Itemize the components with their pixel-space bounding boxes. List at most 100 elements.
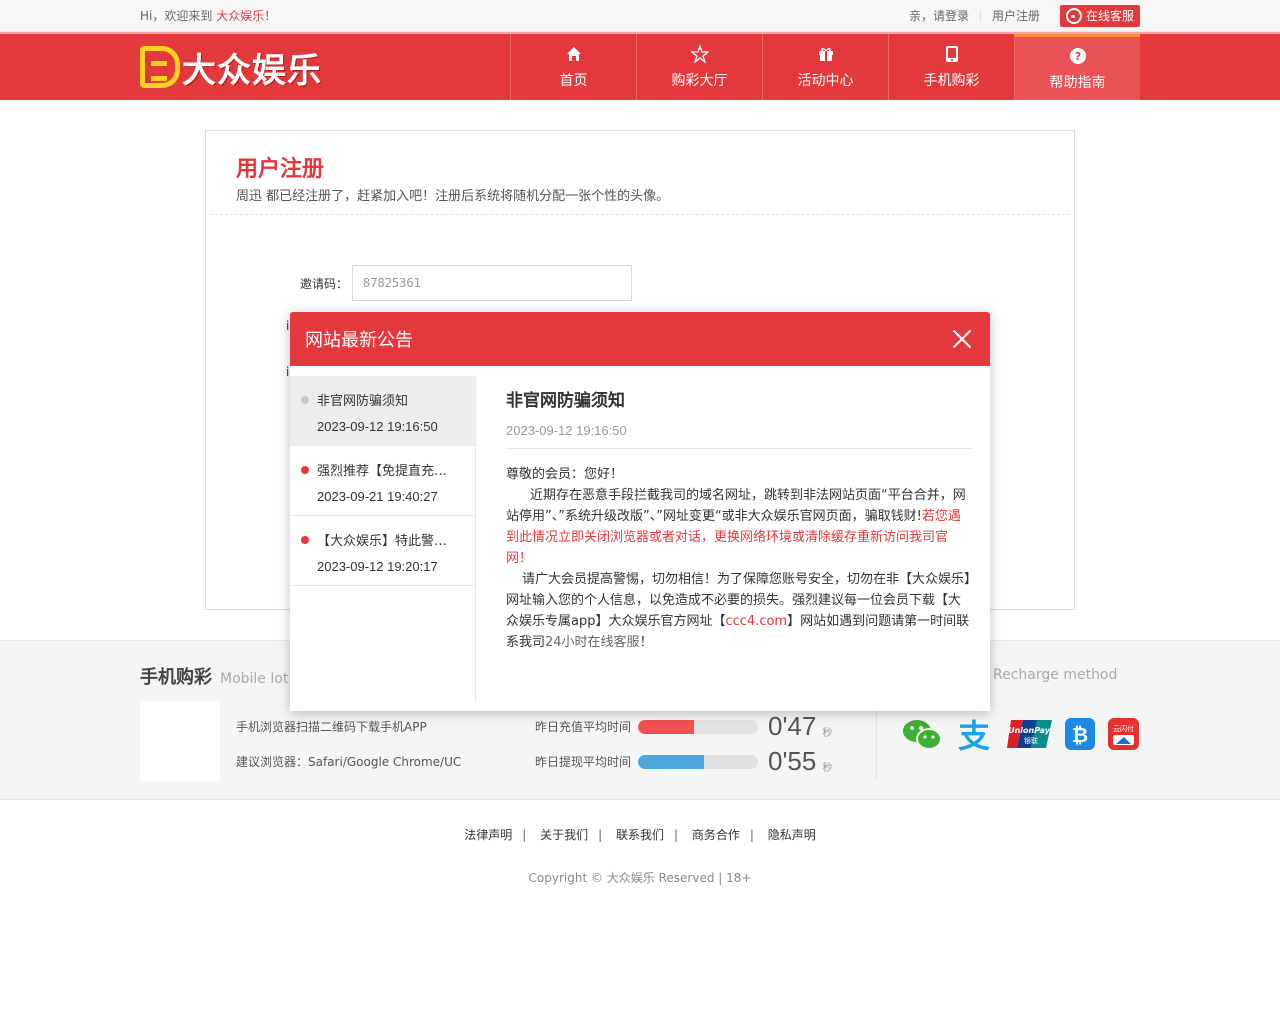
modal-title: 网站最新公告 [305, 330, 413, 351]
qr-code-image [140, 701, 220, 781]
footer-link-legal[interactable]: 法律声明 [464, 828, 512, 842]
top-bar: Hi，欢迎来到 大众娱乐！ 亲，请登录 用户注册 在线客服 [0, 0, 1280, 32]
stat-recharge-bar [638, 719, 758, 734]
stat-withdraw-value: 0'55 [768, 746, 817, 776]
announcement-date: 2023-09-12 19:16:50 [506, 423, 972, 449]
hidden-field-label: i [286, 319, 290, 333]
mobile-icon [942, 44, 962, 64]
mobile-lottery-title: 手机购彩 Mobile lot [140, 663, 288, 689]
stat-recharge-value: 0'47 [768, 711, 817, 741]
mobile-download-text: 手机浏览器扫描二维码下载手机APP [236, 720, 427, 734]
announcement-content: 非官网防骗须知 2023-09-12 19:16:50 尊敬的会员：您好！ 近期… [506, 386, 972, 653]
footer-link-business[interactable]: 商务合作 [692, 828, 740, 842]
online-service-label: 在线客服 [1085, 9, 1134, 23]
bullet-icon [301, 466, 309, 474]
invite-code-field: 邀请码： 87825361 [298, 265, 632, 301]
help-icon: ? [1068, 46, 1088, 66]
invite-code-input[interactable]: 87825361 [352, 265, 632, 301]
footer-link-privacy[interactable]: 隐私声明 [768, 828, 816, 842]
alipay-icon: 支 [953, 718, 995, 752]
star-icon [690, 44, 710, 64]
recharge-method-title: Recharge method [985, 663, 1117, 684]
register-subtitle: 周迅 都已经注册了，赶紧加入吧！注册后系统将随机分配一张个性的头像。 [236, 189, 670, 204]
welcome-suffix: ！ [264, 9, 277, 23]
nav-home[interactable]: 首页 [510, 34, 636, 100]
footer-separator: | [598, 828, 603, 842]
register-link[interactable]: 用户注册 [981, 10, 1051, 22]
column-divider [876, 701, 877, 779]
stat-recharge-unit: 秒 [822, 728, 833, 739]
unionpay-text: UnionPay [1008, 726, 1051, 735]
footer-separator: | [522, 828, 527, 842]
announcement-body: 尊敬的会员：您好！ 近期存在恶意手段拦截我司的域名网址，跳转到非法网站页面“平台… [506, 464, 972, 653]
nav-help-guide[interactable]: ? 帮助指南 [1014, 34, 1140, 100]
invite-code-label: 邀请码： [299, 276, 348, 291]
close-icon[interactable] [952, 329, 972, 349]
nav-lottery-hall-label: 购彩大厅 [671, 73, 728, 89]
welcome-brand[interactable]: 大众娱乐 [216, 9, 264, 23]
stat-withdraw-fill [638, 754, 704, 769]
divider [210, 214, 1070, 215]
stat-withdraw-label: 昨日提现平均时间 [535, 755, 632, 769]
announcement-paragraph-2: 请广大会员提高警惕，切勿相信！为了保障您账号安全，切勿在非【大众娱乐】网址输入您… [506, 569, 972, 653]
nav-activity-center-label: 活动中心 [797, 73, 854, 89]
announcement-title: 非官网防骗须知 [506, 391, 625, 411]
nav-help-guide-label: 帮助指南 [1049, 74, 1106, 91]
home-icon [564, 44, 584, 64]
footer-link-about[interactable]: 关于我们 [540, 828, 588, 842]
announcement-paragraph-1: 近期存在恶意手段拦截我司的域名网址，跳转到非法网站页面“平台合并，网站停用”、”… [506, 485, 972, 569]
svg-text:支: 支 [958, 718, 990, 752]
logo-mark-icon [140, 46, 180, 88]
announcement-list: 非官网防骗须知 2023-09-12 19:16:50 强烈推荐【免提直充… 2… [290, 376, 476, 701]
online-service-button[interactable]: 在线客服 [1059, 4, 1140, 27]
nav-lottery-hall[interactable]: 购彩大厅 [636, 34, 762, 100]
stat-recharge-label: 昨日充值平均时间 [535, 720, 632, 734]
welcome-prefix: Hi，欢迎来到 [140, 9, 213, 23]
announcement-item[interactable]: 强烈推荐【免提直充… 2023-09-21 19:40:27 [290, 446, 475, 516]
mobile-lottery-title-en: Mobile lot [220, 671, 289, 687]
site-logo[interactable]: 大众娱乐 [140, 43, 322, 92]
stat-recharge-fill [638, 719, 695, 734]
announcement-item[interactable]: 【大众娱乐】特此警… 2023-09-12 19:20:17 [290, 516, 475, 586]
footer-link-contact[interactable]: 联系我们 [616, 828, 664, 842]
main-nav: 首页 购彩大厅 活动中心 手机购彩 ? 帮助指南 [510, 34, 1140, 100]
announcement-p1-text: 近期存在恶意手段拦截我司的域名网址，跳转到非法网站页面“平台合并，网站停用”、”… [506, 488, 966, 524]
svg-text:?: ? [1074, 50, 1080, 63]
mobile-lottery-title-cn: 手机购彩 [140, 667, 212, 688]
login-link[interactable]: 亲，请登录 [898, 9, 981, 22]
logo-text: 大众娱乐 [182, 50, 322, 91]
cloud-quickpass-icon: 云闪付 [1108, 718, 1139, 750]
hidden-field-label-2: i [286, 365, 290, 379]
main-header: 大众娱乐 首页 购彩大厅 活动中心 手机购彩 ? 帮助指南 [0, 32, 1280, 100]
announcement-item[interactable]: 非官网防骗须知 2023-09-12 19:16:50 [290, 376, 475, 446]
recharge-method-title-en: Recharge method [993, 667, 1118, 683]
nav-mobile-lottery-label: 手机购彩 [923, 73, 980, 89]
announcement-item-title: 非官网防骗须知 [317, 394, 409, 409]
copyright-text: Copyright © 大众娱乐 Reserved | 18+ [528, 871, 752, 885]
online-service-link[interactable]: 24小时在线客服 [545, 635, 640, 650]
announcement-item-title: 【大众娱乐】特此警… [317, 534, 448, 549]
modal-header: 网站最新公告 [290, 312, 990, 366]
cloud-quickpass-text: 云闪付 [1113, 724, 1134, 733]
gift-icon [816, 44, 836, 64]
register-title: 用户注册 [236, 157, 325, 182]
bullet-icon [301, 536, 309, 544]
top-links: 亲，请登录 用户注册 在线客服 [898, 4, 1140, 27]
browser-suggestion-text: 建议浏览器：Safari/Google Chrome/UC [236, 755, 462, 769]
unionpay-icon: UnionPay 银联 [1007, 718, 1052, 750]
stat-withdraw-bar [638, 754, 758, 769]
announcement-item-title: 强烈推荐【免提直充… [317, 464, 448, 479]
nav-activity-center[interactable]: 活动中心 [762, 34, 888, 100]
announcement-modal: 网站最新公告 非官网防骗须知 2023-09-12 19:16:50 强烈推荐【… [290, 312, 990, 711]
announcement-item-date: 2023-09-12 19:16:50 [317, 419, 438, 434]
nav-home-label: 首页 [559, 73, 588, 89]
bitcoin-icon: ₿ [1065, 718, 1095, 750]
bullet-icon [301, 396, 309, 404]
bitcoin-symbol: ₿ [1072, 723, 1088, 747]
official-url-link[interactable]: ccc4.com [725, 614, 787, 629]
announcement-p2-end: ！ [639, 635, 653, 650]
stat-recharge: 昨日充值平均时间 0'47 秒 [535, 711, 832, 742]
nav-mobile-lottery[interactable]: 手机购彩 [888, 34, 1014, 100]
announcement-item-date: 2023-09-21 19:40:27 [317, 489, 438, 504]
announcement-item-date: 2023-09-12 19:20:17 [317, 559, 438, 574]
